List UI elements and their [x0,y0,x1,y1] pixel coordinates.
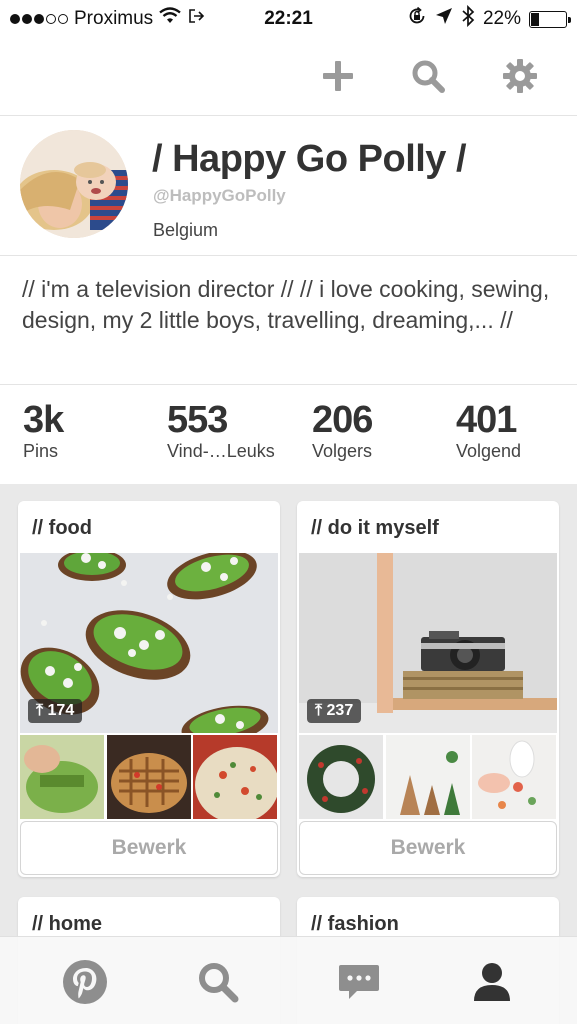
profile-bio: // i'm a television director // // i lov… [0,256,577,385]
board-thumbnail[interactable] [385,735,471,819]
board-thumbnail[interactable] [193,735,279,819]
board-thumbnails [20,735,279,819]
avatar[interactable] [20,130,128,238]
battery-percent: 22% [482,8,521,29]
profile-location: Belgium [153,220,219,240]
search-icon[interactable] [193,957,243,1007]
board-thumbnails [299,735,557,819]
stat-pins[interactable]: 3k Pins [23,399,64,462]
board-thumbnail[interactable] [20,735,105,819]
profile-action-bar [0,38,577,116]
profile-handle[interactable]: @HappyGoPolly [153,186,286,206]
board-thumbnail[interactable] [472,735,557,819]
stat-value: 206 [312,399,373,441]
carrier-name: Proximus [74,8,154,29]
pin-count-badge: ⤒ 174 [28,699,83,723]
profile-header: / Happy Go Polly / @HappyGoPolly Belgium [0,116,577,256]
pinterest-logo-icon[interactable] [60,957,110,1007]
stat-followers[interactable]: 206 Volgers [312,399,373,462]
stat-value: 553 [167,399,228,441]
board-card-food[interactable]: // food ⤒ 174 Bewerk [18,501,280,877]
board-cover-image[interactable]: ⤒ 174 [20,553,278,733]
battery-icon [529,10,571,28]
stat-value: 3k [23,399,64,441]
stat-value: 401 [456,399,517,441]
board-thumbnail[interactable] [106,735,192,819]
bluetooth-icon [461,4,475,33]
pin-count-badge: ⤒ 237 [307,699,362,723]
edit-board-button[interactable]: Bewerk [299,821,557,875]
board-card-do-it-myself[interactable]: // do it myself ⤒ 237 Bewerk [297,501,559,877]
stat-label: Volgers [312,441,373,461]
bottom-tab-bar [0,936,577,1024]
board-title: // food [32,517,92,539]
pinterest-profile-screen: Proximus 22:21 22% / Happy Go Polly / @H… [0,0,577,1024]
profile-icon[interactable] [467,957,517,1007]
profile-stats: 3k Pins 553 Vind-…Leuks 206 Volgers 401 … [0,385,577,484]
battery-level [531,12,539,26]
add-icon[interactable] [318,56,358,96]
board-cover-image[interactable]: ⤒ 237 [299,553,557,733]
back-to-app-icon [187,7,205,31]
messages-icon[interactable] [334,957,384,1007]
rotation-lock-icon [407,6,427,32]
stat-likes[interactable]: 553 Vind-…Leuks [167,399,275,462]
edit-board-button[interactable]: Bewerk [20,821,278,875]
status-bar: Proximus 22:21 22% [0,0,577,38]
stat-following[interactable]: 401 Volgend [456,399,521,462]
pin-count: 237 [326,702,354,719]
signal-dots-icon [10,14,68,24]
wifi-icon [159,7,181,31]
stat-label: Pins [23,441,59,461]
settings-gear-icon[interactable] [500,56,540,96]
pin-count: 174 [47,702,75,719]
board-thumbnail[interactable] [299,735,384,819]
search-icon[interactable] [408,56,448,96]
stat-label: Vind-…Leuks [167,441,275,461]
board-title: // do it myself [311,517,439,539]
stat-label: Volgend [456,441,522,461]
location-arrow-icon [435,7,453,31]
profile-name: / Happy Go Polly / [152,138,467,180]
